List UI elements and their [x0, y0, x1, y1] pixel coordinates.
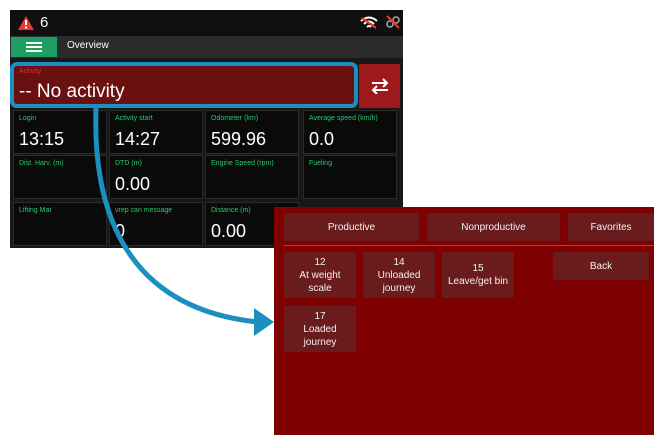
tile-average-speed[interactable]: Average speed (km/h) 0.0	[303, 110, 397, 154]
page-title: Overview	[67, 40, 109, 51]
nav-bar: Overview	[10, 36, 403, 58]
tile-label: Activity start	[115, 115, 153, 122]
activity-name: At weight scale	[299, 269, 341, 294]
tile-login[interactable]: Login 13:15	[13, 110, 107, 154]
popup-divider	[284, 245, 654, 246]
tile-dtd[interactable]: DTD (m) 0.00	[109, 155, 203, 199]
activity-code: 12	[314, 256, 326, 268]
tab-favorites[interactable]: Favorites	[568, 213, 654, 241]
tab-nonproductive[interactable]: Nonproductive	[427, 213, 560, 241]
activity-name: Unloaded journey	[377, 269, 421, 294]
warning-count: 6	[40, 14, 49, 31]
tile-label: Average speed (km/h)	[309, 115, 378, 122]
activity-value: -- No activity	[19, 81, 125, 102]
tile-label: Lifting Mat	[19, 207, 52, 214]
tile-odometer[interactable]: Odometer (km) 599.96	[205, 110, 299, 154]
activity-code: 14	[393, 256, 405, 268]
tile-label: Distance (m)	[211, 207, 251, 214]
activity-code: 15	[472, 263, 484, 274]
tile-vrep-can-message[interactable]: vrep can message 0	[109, 202, 203, 246]
tile-label: vrep can message	[115, 207, 173, 214]
activity-selection-popup: Productive Nonproductive Favorites 12 At…	[274, 207, 654, 435]
activity-panel[interactable]: Activity -- No activity	[13, 64, 356, 108]
menu-button[interactable]	[11, 37, 57, 57]
tile-label: Dist. Harv. (m)	[19, 160, 64, 167]
tile-fueling[interactable]: Fueling	[303, 155, 397, 199]
tile-value: 13:15	[19, 129, 65, 149]
hamburger-line	[26, 46, 42, 48]
activity-label: Activity	[19, 68, 42, 75]
activity-button-14[interactable]: 14 Unloaded journey	[363, 252, 435, 298]
tile-activity-start[interactable]: Activity start 14:27	[109, 110, 203, 154]
back-button[interactable]: Back	[553, 252, 649, 280]
tab-productive[interactable]: Productive	[284, 213, 419, 241]
activity-button-12[interactable]: 12 At weight scale	[284, 252, 356, 298]
activity-button-15[interactable]: 15 Leave/get bin	[442, 252, 514, 298]
tile-label: Login	[19, 115, 37, 122]
activity-name: Loaded journey	[303, 323, 337, 348]
status-bar: 6	[10, 10, 403, 36]
swap-arrows-icon	[371, 78, 389, 94]
gps-off-icon	[386, 15, 400, 29]
tile-value: 0	[115, 221, 126, 241]
tile-label: DTD (m)	[115, 160, 142, 167]
activity-code: 17	[314, 310, 326, 322]
hamburger-menu-icon	[26, 42, 42, 44]
callout-arrow-head	[254, 308, 274, 336]
wifi-off-icon	[360, 16, 378, 29]
tile-engine-speed[interactable]: Engine Speed (rpm)	[205, 155, 299, 199]
tile-value: 0.00	[115, 174, 151, 194]
tile-value: 599.96	[211, 129, 267, 149]
tile-value: 0.00	[211, 221, 247, 241]
tile-lifting-mat[interactable]: Lifting Mat	[13, 202, 107, 246]
tile-label: Odometer (km)	[211, 115, 259, 122]
activity-name: Leave/get bin	[447, 276, 509, 287]
switch-activity-button[interactable]	[359, 64, 400, 108]
tile-value: 0.0	[309, 129, 335, 149]
tile-label: Engine Speed (rpm)	[211, 160, 274, 167]
tile-value: 14:27	[115, 129, 161, 149]
warning-icon[interactable]	[18, 16, 34, 30]
tile-dist-harv[interactable]: Dist. Harv. (m)	[13, 155, 107, 199]
hamburger-line	[26, 50, 42, 52]
tile-label: Fueling	[309, 160, 332, 167]
activity-button-17[interactable]: 17 Loaded journey	[284, 306, 356, 352]
